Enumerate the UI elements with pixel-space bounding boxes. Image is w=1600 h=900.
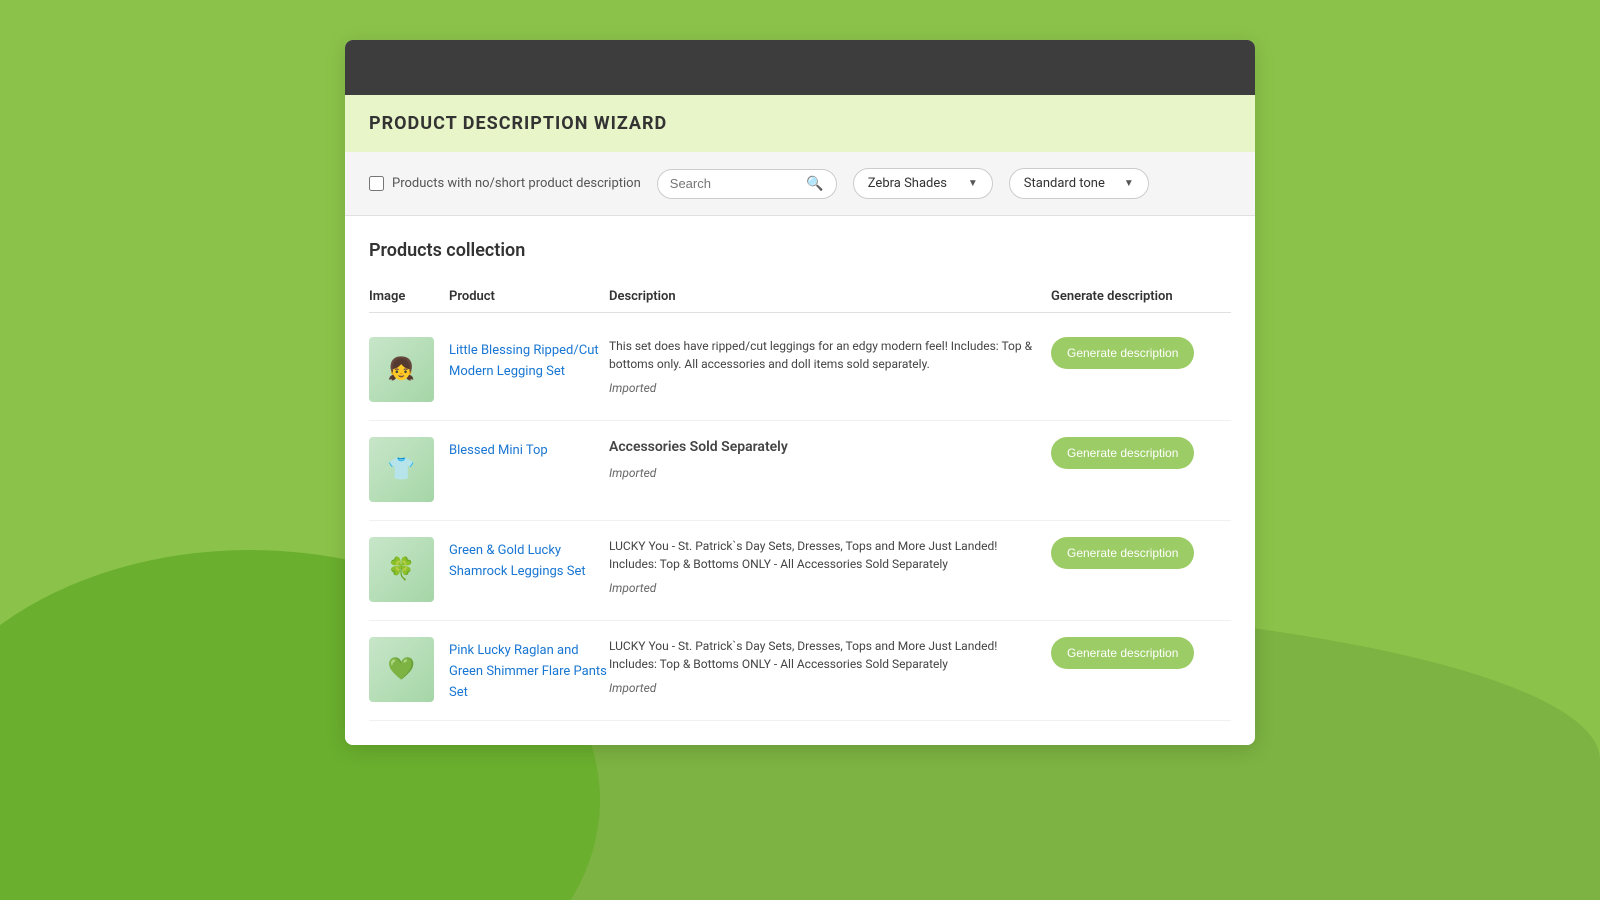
product-desc-2: LUCKY You - St. Patrick`s Day Sets, Dres… xyxy=(609,537,1051,597)
imported-tag-0: Imported xyxy=(609,379,1035,397)
search-input[interactable] xyxy=(670,176,801,191)
page-header: PRODUCT DESCRIPTION WIZARD xyxy=(345,95,1255,152)
filter-checkbox-label[interactable]: Products with no/short product descripti… xyxy=(369,176,641,191)
filter-checkbox-text: Products with no/short product descripti… xyxy=(392,176,641,191)
store-dropdown-arrow: ▼ xyxy=(968,178,978,189)
imported-tag-3: Imported xyxy=(609,679,1035,697)
tone-dropdown[interactable]: Standard tone ▼ xyxy=(1009,168,1149,199)
page-title: PRODUCT DESCRIPTION WIZARD xyxy=(369,113,1231,134)
main-container: PRODUCT DESCRIPTION WIZARD Products with… xyxy=(345,40,1255,745)
table-header: Image Product Description Generate descr… xyxy=(369,281,1231,313)
product-image-0: 👧 xyxy=(369,337,434,402)
product-image-1: 👕 xyxy=(369,437,434,502)
product-link-3[interactable]: Pink Lucky Raglan and Green Shimmer Flar… xyxy=(449,643,607,700)
table-row: 👧 Little Blessing Ripped/Cut Modern Legg… xyxy=(369,321,1231,421)
product-link-1[interactable]: Blessed Mini Top xyxy=(449,443,558,458)
table-row: 👕 Blessed Mini Top Accessories Sold Sepa… xyxy=(369,421,1231,521)
col-generate: Generate description xyxy=(1051,289,1231,304)
tone-dropdown-arrow: ▼ xyxy=(1124,178,1134,189)
product-image-3: 💚 xyxy=(369,637,434,702)
filter-checkbox[interactable] xyxy=(369,176,384,191)
col-description: Description xyxy=(609,289,1051,304)
product-link-2[interactable]: Green & Gold Lucky Shamrock Leggings Set xyxy=(449,543,596,579)
product-image-2: 🍀 xyxy=(369,537,434,602)
collection-title: Products collection xyxy=(369,240,1231,261)
generate-btn-0[interactable]: Generate description xyxy=(1051,337,1194,369)
table-row: 🍀 Green & Gold Lucky Shamrock Leggings S… xyxy=(369,521,1231,621)
search-box[interactable]: 🔍 xyxy=(657,169,837,199)
top-bar xyxy=(345,40,1255,95)
tone-dropdown-value: Standard tone xyxy=(1024,176,1105,191)
product-desc-1: Accessories Sold Separately Imported xyxy=(609,437,1051,482)
imported-tag-1: Imported xyxy=(609,464,1035,482)
col-image: Image xyxy=(369,289,449,304)
product-link-0[interactable]: Little Blessing Ripped/Cut Modern Leggin… xyxy=(449,343,599,379)
store-dropdown-value: Zebra Shades xyxy=(868,176,947,191)
col-product: Product xyxy=(449,289,609,304)
generate-btn-1[interactable]: Generate description xyxy=(1051,437,1194,469)
product-desc-0: This set does have ripped/cut leggings f… xyxy=(609,337,1051,397)
table-row: 💚 Pink Lucky Raglan and Green Shimmer Fl… xyxy=(369,621,1231,721)
search-icon: 🔍 xyxy=(806,176,823,192)
product-desc-3: LUCKY You - St. Patrick`s Day Sets, Dres… xyxy=(609,637,1051,697)
imported-tag-2: Imported xyxy=(609,579,1035,597)
content-area: Products collection Image Product Descri… xyxy=(345,216,1255,745)
filters-bar: Products with no/short product descripti… xyxy=(345,152,1255,216)
store-dropdown[interactable]: Zebra Shades ▼ xyxy=(853,168,993,199)
generate-btn-2[interactable]: Generate description xyxy=(1051,537,1194,569)
generate-btn-3[interactable]: Generate description xyxy=(1051,637,1194,669)
